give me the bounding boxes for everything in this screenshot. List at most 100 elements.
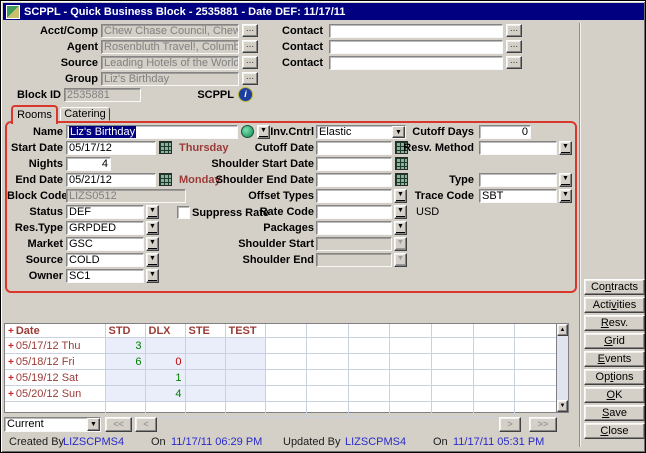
- grid-row[interactable]: +05/18/12 Fri 6 0: [5, 354, 557, 370]
- res-type-label: Res.Type: [7, 222, 63, 235]
- grid-cell[interactable]: 3: [105, 338, 145, 354]
- status-input[interactable]: DEF: [66, 205, 144, 219]
- grid-cell[interactable]: 4: [145, 386, 185, 402]
- prev-record-button[interactable]: <: [135, 417, 157, 432]
- market-lov-button[interactable]: ▼: [146, 237, 159, 251]
- events-button[interactable]: Events: [584, 351, 645, 367]
- grid-row[interactable]: +05/17/12 Thu 3: [5, 338, 557, 354]
- grid-cell[interactable]: 1: [145, 370, 185, 386]
- owner-lov-button[interactable]: ▼: [146, 269, 159, 283]
- contact2-lookup-button[interactable]: ...: [506, 40, 522, 53]
- resv-button[interactable]: Resv.: [584, 315, 645, 331]
- grid-cell[interactable]: [105, 370, 145, 386]
- grid-col-header[interactable]: STE: [185, 324, 225, 338]
- contracts-button[interactable]: Contracts: [584, 279, 645, 295]
- shoulder-end-field: [316, 253, 392, 267]
- grid-date-header: +Date: [5, 324, 105, 338]
- grid-button[interactable]: Grid: [584, 333, 645, 349]
- grid-cell[interactable]: [225, 354, 265, 370]
- lov-arrow-icon: ▼: [561, 142, 570, 153]
- grid-cell[interactable]: [225, 338, 265, 354]
- acct-comp-field[interactable]: Chew Chase Council, Chew Chase, 1800: [101, 24, 239, 38]
- acct-comp-lookup-button[interactable]: ...: [242, 24, 258, 37]
- start-date-input[interactable]: 05/17/12: [66, 141, 156, 155]
- activities-button[interactable]: Activities: [584, 297, 645, 313]
- grid-row[interactable]: +05/19/12 Sat 1: [5, 370, 557, 386]
- window-title: SCPPL - Quick Business Block - 2535881 -…: [24, 6, 345, 18]
- group-label: Group: [21, 73, 98, 86]
- grid-cell[interactable]: 6: [105, 354, 145, 370]
- resv-method-lov-button[interactable]: ▼: [559, 141, 572, 155]
- end-date-input[interactable]: 05/21/12: [66, 173, 156, 187]
- contact3-field[interactable]: [329, 56, 503, 70]
- grid-cell[interactable]: [225, 370, 265, 386]
- source-code-input[interactable]: COLD: [66, 253, 144, 267]
- last-record-button[interactable]: >>: [529, 417, 557, 432]
- grid-cell[interactable]: [145, 338, 185, 354]
- lov-arrow-icon: ▼: [148, 206, 157, 217]
- source-label: Source: [21, 57, 98, 70]
- info-icon[interactable]: i: [238, 87, 253, 102]
- scroll-down-icon[interactable]: ▼: [557, 400, 568, 412]
- status-lov-button[interactable]: ▼: [146, 205, 159, 219]
- grid-cell[interactable]: [185, 354, 225, 370]
- acct-comp-label: Acct/Comp: [21, 25, 98, 38]
- lov-arrow-icon: ▼: [148, 238, 157, 249]
- lov-arrow-icon: ▼: [561, 190, 570, 201]
- trace-code-lov-button[interactable]: ▼: [559, 189, 572, 203]
- options-button[interactable]: Options: [584, 369, 645, 385]
- view-selector[interactable]: Current ▼: [4, 417, 101, 432]
- first-record-button[interactable]: <<: [105, 417, 132, 432]
- grid-row[interactable]: +05/20/12 Sun 4: [5, 386, 557, 402]
- group-lookup-button[interactable]: ...: [242, 72, 258, 85]
- lov-arrow-icon: ▼: [396, 238, 405, 249]
- grid-col-header[interactable]: DLX: [145, 324, 185, 338]
- next-record-button[interactable]: >: [499, 417, 521, 432]
- dropdown-arrow-icon[interactable]: ▼: [87, 418, 100, 431]
- cutoff-days-input[interactable]: 0: [479, 125, 531, 139]
- grid-cell[interactable]: [185, 370, 225, 386]
- scroll-up-icon[interactable]: ▲: [557, 324, 568, 336]
- group-field[interactable]: Liz's Birthday: [101, 72, 239, 86]
- grid-col-header[interactable]: TEST: [225, 324, 265, 338]
- grid-cell[interactable]: [185, 338, 225, 354]
- plus-icon: +: [8, 341, 14, 352]
- shoulder-start-date-input[interactable]: [316, 157, 392, 171]
- grid-col-header[interactable]: STD: [105, 324, 145, 338]
- agent-lookup-button[interactable]: ...: [242, 40, 258, 53]
- contact2-field[interactable]: [329, 40, 503, 54]
- shoulder-end-date-label: Shoulder End Date: [171, 174, 314, 187]
- rate-code-input[interactable]: [316, 205, 392, 219]
- lov-arrow-icon: ▼: [396, 206, 405, 217]
- tab-catering[interactable]: Catering: [60, 107, 110, 121]
- grid-cell[interactable]: [225, 386, 265, 402]
- close-button[interactable]: Close: [584, 423, 645, 439]
- ok-button[interactable]: OK: [584, 387, 645, 403]
- type-input[interactable]: [479, 173, 557, 187]
- nights-input[interactable]: 4: [66, 157, 111, 171]
- contact1-field[interactable]: [329, 24, 503, 38]
- grid-vertical-scrollbar[interactable]: ▲ ▼: [556, 323, 569, 413]
- source-lov-button[interactable]: ▼: [146, 253, 159, 267]
- packages-lov-button[interactable]: ▼: [394, 221, 407, 235]
- shoulder-start-date-calendar-icon[interactable]: [395, 157, 408, 170]
- packages-input[interactable]: [316, 221, 392, 235]
- res-type-input[interactable]: GRPDED: [66, 221, 144, 235]
- source-field[interactable]: Leading Hotels of the World!!, Naples, 1…: [101, 56, 239, 70]
- trace-code-input[interactable]: SBT: [479, 189, 557, 203]
- source-lookup-button[interactable]: ...: [242, 56, 258, 69]
- contact1-lookup-button[interactable]: ...: [506, 24, 522, 37]
- grid-cell[interactable]: 0: [145, 354, 185, 370]
- market-input[interactable]: GSC: [66, 237, 144, 251]
- grid-cell[interactable]: [185, 386, 225, 402]
- resv-method-input[interactable]: [479, 141, 557, 155]
- type-lov-button[interactable]: ▼: [559, 173, 572, 187]
- res-type-lov-button[interactable]: ▼: [146, 221, 159, 235]
- rate-code-lov-button[interactable]: ▼: [394, 205, 407, 219]
- agent-field[interactable]: Rosenbluth Travel!, Columbia, 1800-roser: [101, 40, 239, 54]
- grid-cell[interactable]: [105, 386, 145, 402]
- tab-rooms[interactable]: Rooms: [11, 105, 58, 124]
- owner-input[interactable]: SC1: [66, 269, 144, 283]
- contact3-lookup-button[interactable]: ...: [506, 56, 522, 69]
- save-button[interactable]: Save: [584, 405, 645, 421]
